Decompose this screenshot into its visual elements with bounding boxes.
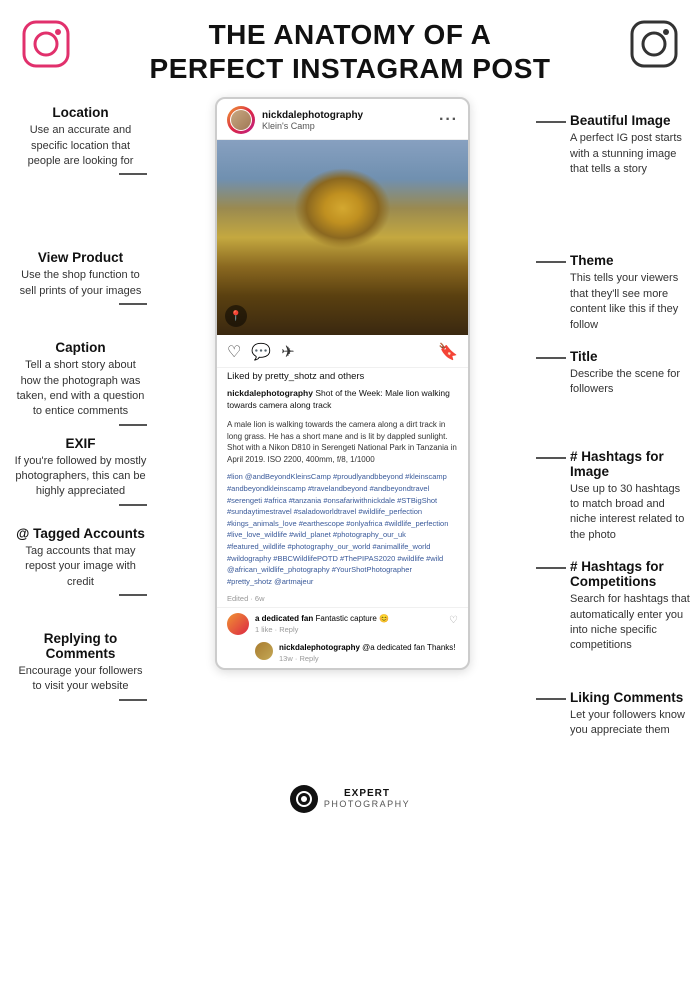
reply-text: nickdalephotography @a dedicated fan Tha… bbox=[279, 642, 456, 653]
reply-meta: 13w · Reply bbox=[279, 654, 456, 663]
header: THE ANATOMY OF A PERFECT INSTAGRAM POST bbox=[0, 0, 700, 97]
hashtags-competitions-line bbox=[536, 567, 566, 569]
caption-body: Tell a short story about how the photogr… bbox=[14, 358, 147, 420]
comment-heart-icon[interactable]: ♡ bbox=[449, 615, 458, 626]
phone-header: nickdalephotography Klein's Camp ··· bbox=[217, 99, 468, 140]
reply-username: nickdalephotography bbox=[279, 643, 360, 652]
liking-comments-line bbox=[536, 698, 566, 700]
annotation-caption: Caption Tell a short story about how the… bbox=[14, 340, 147, 426]
beautiful-image-body: A perfect IG post starts with a stunning… bbox=[570, 131, 690, 177]
location-title: Location bbox=[14, 105, 147, 120]
tagged-body: Tag accounts that may repost your image … bbox=[14, 544, 147, 590]
phone-user: nickdalephotography Klein's Camp bbox=[227, 106, 363, 134]
comment-meta: 1 like · Reply bbox=[255, 625, 443, 634]
annotation-view-product: View Product Use the shop function to se… bbox=[14, 250, 147, 305]
brand-icon bbox=[290, 785, 318, 813]
caption-username: nickdalephotography bbox=[227, 388, 313, 398]
annotation-beautiful-image: Beautiful Image A perfect IG post starts… bbox=[536, 113, 690, 179]
annotation-title: Title Describe the scene for followers bbox=[536, 349, 690, 400]
phone-mockup-container: nickdalephotography Klein's Camp ··· 📍 ♡… bbox=[155, 97, 530, 754]
phone-mockup: nickdalephotography Klein's Camp ··· 📍 ♡… bbox=[215, 97, 470, 670]
exif-line bbox=[119, 504, 147, 506]
comment-text: a dedicated fan Fantastic capture 😊 bbox=[255, 613, 443, 624]
theme-line bbox=[536, 261, 566, 263]
view-product-body: Use the shop function to sell prints of … bbox=[14, 268, 147, 299]
exif-body: If you're followed by mostly photographe… bbox=[14, 454, 147, 500]
replying-line bbox=[119, 699, 147, 701]
reply-body: @a dedicated fan Thanks! bbox=[362, 643, 455, 652]
hashtags-competitions-title: # Hashtags for Competitions bbox=[570, 559, 690, 589]
annotation-theme: Theme This tells your viewers that they'… bbox=[536, 253, 690, 335]
share-icon[interactable]: ✈ bbox=[281, 342, 294, 362]
comment-icon[interactable]: 💬 bbox=[251, 342, 271, 362]
brand-name2: PHOTOGRAPHY bbox=[324, 799, 410, 809]
title-ann-title: Title bbox=[570, 349, 690, 364]
comment-body: Fantastic capture 😊 bbox=[315, 614, 389, 623]
right-sidebar: Beautiful Image A perfect IG post starts… bbox=[530, 97, 700, 754]
annotation-replying: Replying to Comments Encourage your foll… bbox=[14, 631, 147, 701]
annotation-exif: EXIF If you're followed by mostly photog… bbox=[14, 436, 147, 506]
phone-comment: a dedicated fan Fantastic capture 😊 1 li… bbox=[217, 607, 468, 639]
annotation-tagged: @ Tagged Accounts Tag accounts that may … bbox=[14, 526, 147, 596]
footer: EXPERT PHOTOGRAPHY bbox=[0, 775, 700, 829]
left-sidebar: Location Use an accurate and specific lo… bbox=[0, 97, 155, 754]
location-body: Use an accurate and specific location th… bbox=[14, 123, 147, 169]
commenter-avatar bbox=[227, 613, 249, 635]
phone-likes: Liked by pretty_shotz and others bbox=[217, 368, 468, 385]
annotation-hashtags-competitions: # Hashtags for Competitions Search for h… bbox=[536, 559, 690, 656]
hashtags-competitions-body: Search for hashtags that automatically e… bbox=[570, 592, 690, 654]
theme-title: Theme bbox=[570, 253, 690, 268]
reply-avatar bbox=[255, 642, 273, 660]
title-ann-body: Describe the scene for followers bbox=[570, 367, 690, 398]
phone-username: nickdalephotography bbox=[262, 110, 363, 121]
annotation-liking-comments: Liking Comments Let your followers know … bbox=[536, 690, 690, 741]
beautiful-image-line bbox=[536, 121, 566, 123]
exif-title: EXIF bbox=[14, 436, 147, 451]
liking-comments-title: Liking Comments bbox=[570, 690, 690, 705]
phone-post-image: 📍 bbox=[217, 140, 468, 335]
brand-name: EXPERT bbox=[324, 788, 410, 799]
view-product-line bbox=[119, 303, 147, 305]
phone-location-label: Klein's Camp bbox=[262, 121, 363, 131]
more-options-icon[interactable]: ··· bbox=[439, 111, 458, 129]
phone-reply: nickdalephotography @a dedicated fan Tha… bbox=[217, 639, 468, 668]
annotation-hashtags-image: # Hashtags for Image Use up to 30 hashta… bbox=[536, 449, 690, 546]
heart-icon[interactable]: ♡ bbox=[227, 342, 241, 362]
hashtags-image-title: # Hashtags for Image bbox=[570, 449, 690, 479]
caption-title: Caption bbox=[14, 340, 147, 355]
phone-caption: nickdalephotography Shot of the Week: Ma… bbox=[217, 385, 468, 416]
phone-description: A male lion is walking towards the camer… bbox=[217, 416, 468, 469]
comment-username: a dedicated fan bbox=[255, 614, 313, 623]
instagram-icon-right bbox=[628, 18, 680, 75]
bookmark-icon[interactable]: 🔖 bbox=[438, 342, 458, 362]
liking-comments-body: Let your followers know you appreciate t… bbox=[570, 708, 690, 739]
phone-hashtags: #lion @andBeyondKleinsCamp #proudlyandbb… bbox=[217, 469, 468, 591]
view-product-title: View Product bbox=[14, 250, 147, 265]
replying-body: Encourage your followers to visit your w… bbox=[14, 664, 147, 695]
hashtags-image-body: Use up to 30 hashtags to match broad and… bbox=[570, 482, 690, 544]
tagged-title: @ Tagged Accounts bbox=[14, 526, 147, 541]
brand-logo: EXPERT PHOTOGRAPHY bbox=[290, 785, 410, 813]
instagram-icon-left bbox=[20, 18, 72, 75]
profile-avatar bbox=[227, 106, 255, 134]
tagged-line bbox=[119, 594, 147, 596]
annotation-location: Location Use an accurate and specific lo… bbox=[14, 105, 147, 175]
phone-edited-label: Edited · 6w bbox=[217, 592, 468, 607]
replying-title: Replying to Comments bbox=[14, 631, 147, 661]
theme-body: This tells your viewers that they'll see… bbox=[570, 271, 690, 333]
page-title: THE ANATOMY OF A PERFECT INSTAGRAM POST bbox=[80, 18, 620, 85]
title-ann-line bbox=[536, 357, 566, 359]
hashtags-image-line bbox=[536, 457, 566, 459]
location-line bbox=[119, 173, 147, 175]
phone-actions-bar: ♡ 💬 ✈ 🔖 bbox=[217, 335, 468, 368]
caption-line bbox=[119, 424, 147, 426]
beautiful-image-title: Beautiful Image bbox=[570, 113, 690, 128]
